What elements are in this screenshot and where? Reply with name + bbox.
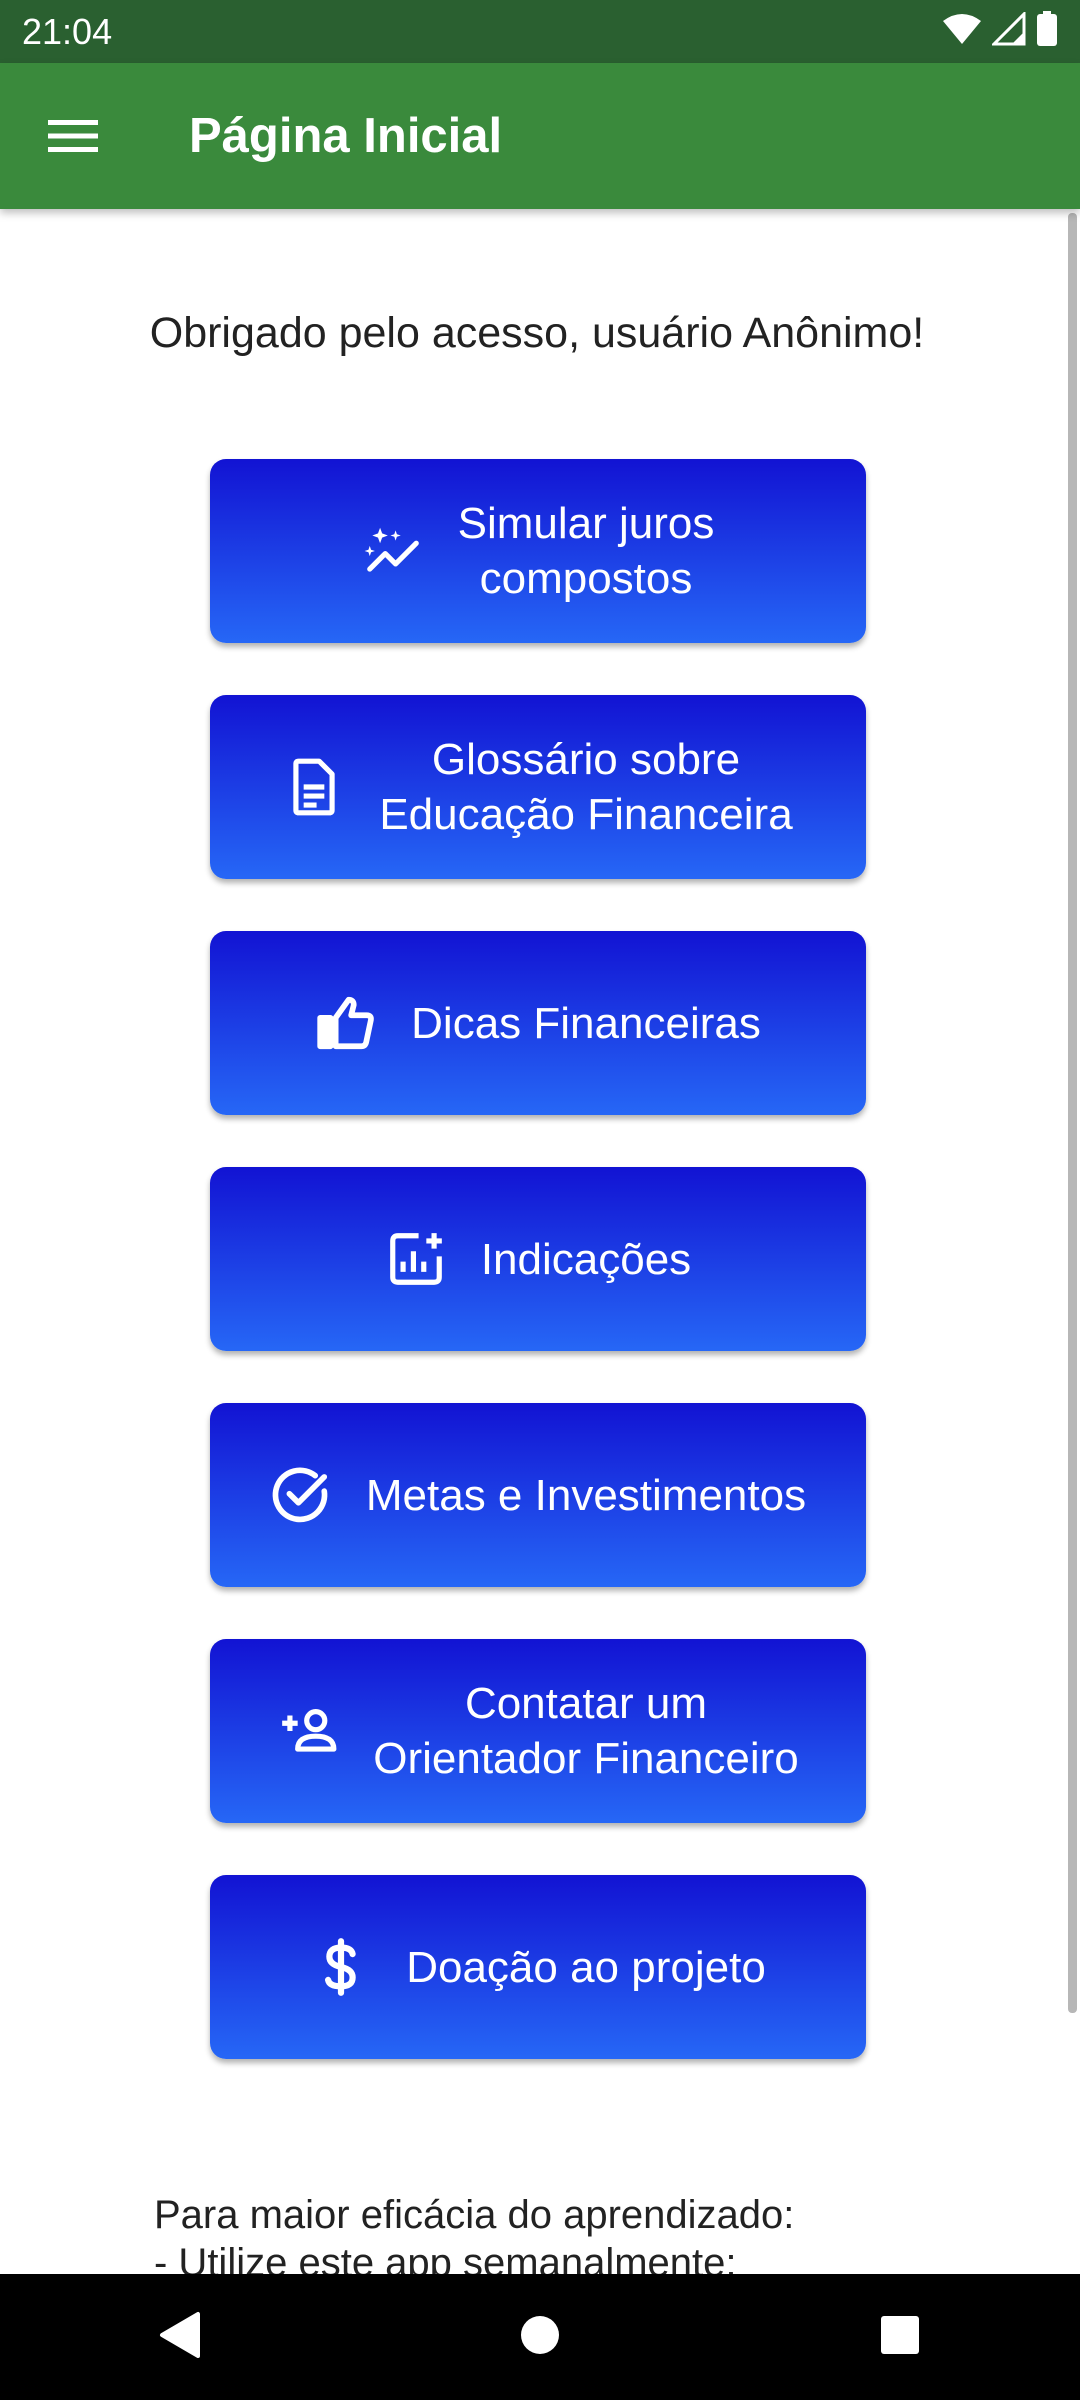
main-content[interactable]: Obrigado pelo acesso, usuário Anônimo! S…: [0, 209, 1080, 2274]
add-chart-icon: [385, 1228, 447, 1290]
back-button[interactable]: [120, 2277, 240, 2397]
glossary-button[interactable]: Glossário sobre Educação Financeira: [210, 695, 866, 879]
screen: 21:04 Página Inicial Obrigado pelo acess…: [0, 0, 1080, 2400]
goals-investments-button[interactable]: Metas e Investimentos: [210, 1403, 866, 1587]
scrollbar[interactable]: [1068, 213, 1077, 2013]
dollar-icon: [310, 1936, 372, 1998]
button-label: Metas e Investimentos: [365, 1470, 807, 1520]
back-icon: [158, 2311, 202, 2364]
status-bar: 21:04: [0, 0, 1080, 63]
menu-icon: [48, 118, 98, 154]
document-icon: [283, 756, 345, 818]
learning-tips-text: Para maior eficácia do aprendizado: - Ut…: [154, 2193, 795, 2274]
menu-button[interactable]: [0, 63, 146, 209]
wifi-icon: [942, 13, 982, 50]
home-icon: [520, 2315, 560, 2360]
greeting-text: Obrigado pelo acesso, usuário Anônimo!: [149, 309, 925, 357]
status-time: 21:04: [22, 10, 113, 52]
button-label: Glossário sobre Educação Financeira: [379, 735, 793, 839]
recents-icon: [880, 2315, 920, 2360]
system-nav-bar: [0, 2274, 1080, 2400]
recents-button[interactable]: [840, 2277, 960, 2397]
simulate-compound-interest-button[interactable]: Simular juros compostos: [210, 459, 866, 643]
button-label: Doação ao projeto: [406, 1942, 766, 1992]
signal-icon: [990, 10, 1026, 51]
button-label: Indicações: [480, 1234, 692, 1284]
page-title: Página Inicial: [189, 109, 503, 163]
home-button[interactable]: [480, 2277, 600, 2397]
sparkle-chart-icon: [362, 520, 424, 582]
financial-tips-button[interactable]: Dicas Financeiras: [210, 931, 866, 1115]
contact-advisor-button[interactable]: Contatar um Orientador Financeiro: [210, 1639, 866, 1823]
recommendations-button[interactable]: Indicações: [210, 1167, 866, 1351]
button-label: Simular juros compostos: [457, 499, 715, 603]
app-bar: Página Inicial: [0, 63, 1080, 209]
check-circle-icon: [270, 1464, 332, 1526]
battery-icon: [1036, 11, 1058, 52]
person-add-icon: [277, 1700, 339, 1762]
status-icons: [942, 10, 1058, 52]
button-label: Contatar um Orientador Financeiro: [373, 1679, 799, 1783]
thumb-up-icon: [315, 992, 377, 1054]
donate-button[interactable]: Doação ao projeto: [210, 1875, 866, 2059]
button-label: Dicas Financeiras: [411, 998, 761, 1048]
